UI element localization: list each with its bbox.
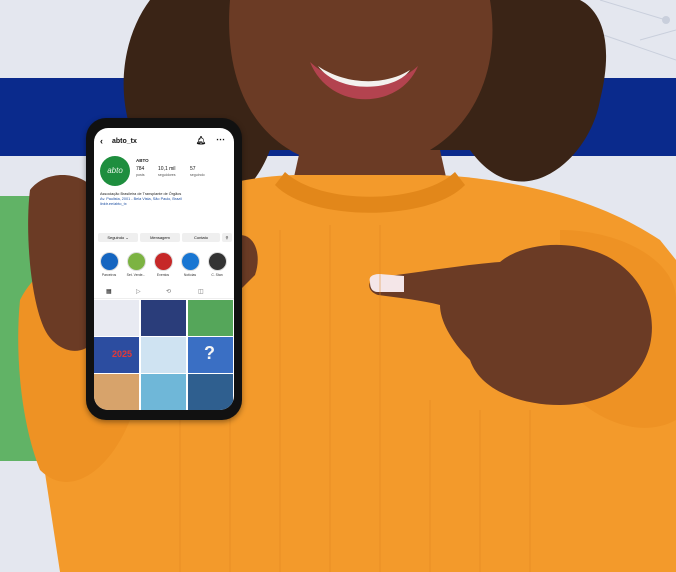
reels-icon[interactable]: ▷ <box>136 288 141 295</box>
post-thumbnail[interactable] <box>188 300 233 336</box>
highlight-label: Notícias <box>183 273 197 277</box>
profile-action-buttons: Seguindo ⌄ Mensagem Contato ⚲ <box>98 233 232 243</box>
story-highlight[interactable]: Notícias <box>179 252 201 277</box>
profile-header-bar: ‹ abto_tx 🔔︎ ⋯ <box>94 132 234 152</box>
followers-count[interactable]: 10,1 mil seguidores <box>158 166 176 178</box>
stat-label: seguindo <box>190 173 205 177</box>
avatar-logo-text: abto <box>107 166 123 175</box>
post-thumbnail[interactable]: 2025 <box>94 337 139 373</box>
post-year-text: 2025 <box>112 349 133 359</box>
posts-count[interactable]: 784 posts <box>136 166 145 178</box>
bio-link[interactable]: linktr.ee/abto_tx <box>100 202 230 207</box>
highlight-cover <box>207 252 227 271</box>
highlight-cover <box>99 252 119 271</box>
instagram-profile-screen: ‹ abto_tx 🔔︎ ⋯ abto ABTO 784 posts 10,1 m… <box>94 128 234 410</box>
story-highlight[interactable]: C. Stan <box>206 252 228 277</box>
message-button[interactable]: Mensagem <box>140 233 180 242</box>
account-name: ABTO <box>136 158 149 163</box>
post-thumbnail[interactable] <box>94 300 139 336</box>
post-thumbnail[interactable]: ? <box>188 337 233 373</box>
add-person-icon[interactable]: ⚲ <box>222 233 232 242</box>
post-thumbnail[interactable] <box>141 337 186 373</box>
highlight-label: C. Stan <box>211 273 223 277</box>
smartphone: ‹ abto_tx 🔔︎ ⋯ abto ABTO 784 posts 10,1 m… <box>86 118 242 420</box>
stat-label: seguidores <box>158 173 176 177</box>
highlight-label: Parceiros <box>101 273 117 277</box>
bio-text: Associação Brasileira de Transplante de … <box>100 192 182 196</box>
following-button[interactable]: Seguindo ⌄ <box>98 233 138 242</box>
tagged-icon[interactable]: ◫ <box>198 288 204 295</box>
highlight-label: Eventos <box>156 273 170 277</box>
bell-icon[interactable]: 🔔︎ <box>196 136 206 145</box>
more-options-icon[interactable]: ⋯ <box>216 134 225 145</box>
post-thumbnail[interactable] <box>141 300 186 336</box>
following-count[interactable]: 57 seguindo <box>190 166 205 178</box>
highlight-cover <box>180 252 200 271</box>
contact-button[interactable]: Contato <box>182 233 220 242</box>
fingernail <box>369 274 404 292</box>
highlight-label: Set. Verde... <box>126 273 146 277</box>
profile-bio: Associação Brasileira de Transplante de … <box>100 192 230 207</box>
post-thumbnail[interactable] <box>188 374 233 410</box>
highlight-cover <box>126 252 146 271</box>
story-highlight[interactable]: Eventos <box>152 252 174 277</box>
photo-scene: ‹ abto_tx 🔔︎ ⋯ abto ABTO 784 posts 10,1 m… <box>0 0 676 572</box>
post-question-mark: ? <box>204 343 215 363</box>
avatar[interactable]: abto <box>100 156 130 186</box>
profile-username: abto_tx <box>112 138 137 145</box>
post-thumbnail[interactable] <box>141 374 186 410</box>
highlight-cover <box>153 252 173 271</box>
stat-label: posts <box>136 173 145 177</box>
repost-icon[interactable]: ⟲ <box>166 288 171 295</box>
post-thumbnail[interactable] <box>94 374 139 410</box>
back-arrow-icon[interactable]: ‹ <box>100 137 103 146</box>
story-highlight[interactable]: Set. Verde... <box>125 252 147 277</box>
profile-tabs: ▦ ▷ ⟲ ◫ <box>94 286 234 299</box>
grid-icon[interactable]: ▦ <box>106 288 112 295</box>
post-grid: 2025? <box>94 300 234 410</box>
story-highlight[interactable]: Parceiros <box>98 252 120 277</box>
